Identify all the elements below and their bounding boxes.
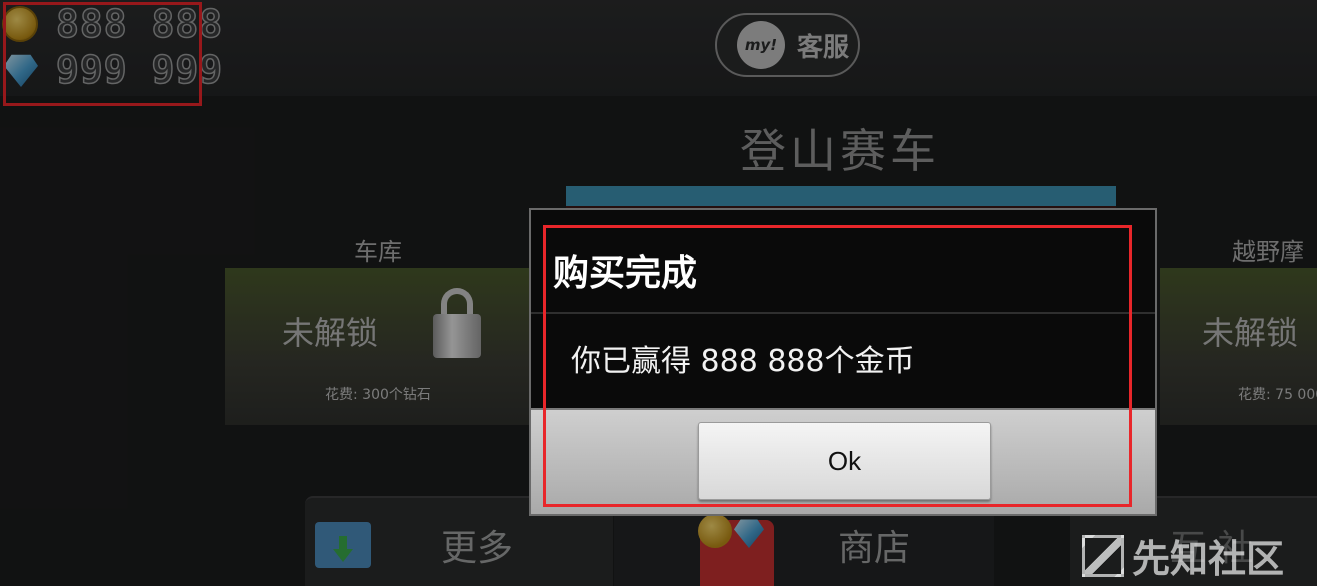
watermark-logo-icon: [1082, 534, 1124, 577]
watermark-text: 先知社区: [1132, 537, 1285, 581]
dialog-title: 购买完成: [553, 253, 698, 294]
purchase-complete-dialog: 购买完成 你已赢得 888 888个金币 Ok: [529, 208, 1157, 516]
watermark: 先知社区: [1082, 528, 1284, 583]
dialog-footer: Ok: [531, 408, 1155, 514]
ok-button[interactable]: Ok: [698, 422, 991, 500]
dialog-divider: [531, 312, 1155, 314]
dialog-message: 你已赢得 888 888个金币: [571, 344, 915, 379]
